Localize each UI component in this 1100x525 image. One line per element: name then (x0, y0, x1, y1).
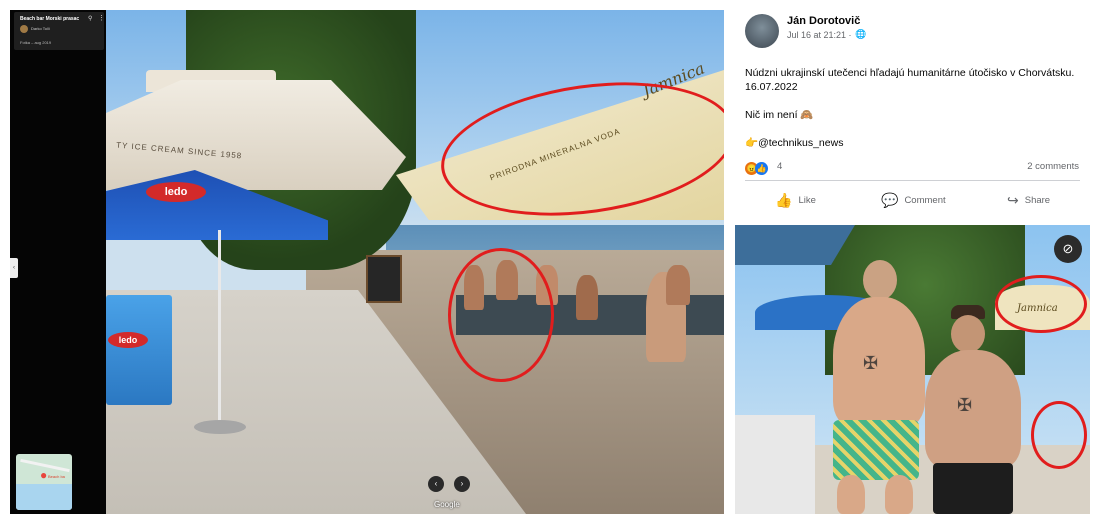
man-leg (885, 475, 913, 514)
man-head (951, 315, 985, 353)
minimap[interactable]: ● Beach ba (16, 454, 72, 510)
chest-tattoo: ✠ (957, 395, 973, 415)
tattooed-man-torso (833, 297, 925, 427)
reaction-count[interactable]: 4 (777, 161, 782, 172)
fridge-logo: ledo (108, 332, 148, 348)
highlight-circle-table (1031, 401, 1087, 469)
place-name[interactable]: Beach bar Morski prasac (20, 16, 82, 22)
collapse-panel-handle[interactable]: ‹ (10, 258, 18, 278)
minimap-water (16, 484, 72, 510)
next-photo-button[interactable]: › (454, 476, 470, 492)
google-watermark: Google (434, 500, 460, 509)
street-view-photo[interactable]: TY ICE CREAM SINCE 1958 ledo ledo PRIROD… (106, 10, 724, 514)
globe-icon: 🌐 (855, 29, 867, 39)
share-icon: ↪ (1007, 192, 1019, 208)
parasol-base (194, 420, 246, 434)
post-text: Núdzni ukrajinskí utečenci hľadajú human… (745, 66, 1080, 164)
ice-cream-fridge (106, 295, 172, 405)
post-timestamp[interactable]: Jul 16 at 21:21 · (787, 30, 852, 40)
man-head (863, 260, 897, 300)
dark-shorts (933, 463, 1013, 514)
chest-tattoo: ✠ (863, 353, 879, 373)
photo-author[interactable]: Darko Tolli (31, 26, 50, 31)
person-seated (666, 265, 690, 305)
street-view-sidebar: Beach bar Morski prasac ⚲ ⋮ Darko Tolli … (10, 10, 106, 514)
parasol-pole (218, 230, 221, 425)
facebook-post: Ján Dorotovič Jul 16 at 21:21 · 🌐 Núdzni… (735, 10, 1090, 514)
street-view-panel[interactable]: Beach bar Morski prasac ⚲ ⋮ Darko Tolli … (10, 10, 724, 514)
post-text-line[interactable]: 👉@technikus_news (745, 136, 1080, 150)
author-avatar[interactable] (745, 14, 779, 48)
comment-label: Comment (904, 195, 946, 207)
post-text-line: Núdzni ukrajinskí utečenci hľadajú human… (745, 67, 1075, 93)
menu-board (366, 255, 402, 303)
more-options-icon[interactable]: ⋮ (98, 14, 105, 22)
comments-count[interactable]: 2 comments (1027, 161, 1079, 172)
minimap-label: Beach ba (48, 474, 65, 479)
comment-button[interactable]: 💬 Comment (881, 192, 946, 209)
hide-eye-icon[interactable]: ⊘ (1054, 235, 1082, 263)
place-info-card[interactable]: Beach bar Morski prasac ⚲ ⋮ Darko Tolli … (14, 12, 105, 50)
divider (745, 180, 1080, 181)
like-reaction-icon: 👍 (755, 162, 768, 176)
bar-counter (735, 415, 815, 514)
share-label: Share (1024, 195, 1051, 207)
floral-shorts (833, 420, 919, 480)
person-seated (576, 275, 598, 320)
map-pin-icon: ● (40, 468, 48, 482)
author-avatar (20, 25, 28, 33)
man-leg (837, 475, 865, 514)
post-text-line: Nič im není 🙈 (745, 109, 814, 121)
like-button[interactable]: 👍 Like (775, 192, 816, 209)
post-photo[interactable]: Jamnica ✠ ✠ ⊘ (735, 225, 1090, 514)
reactions[interactable]: 😠👍 (745, 160, 768, 176)
author-name[interactable]: Ján Dorotovič (787, 15, 860, 27)
highlight-circle-umbrella (995, 275, 1087, 333)
photo-date: Fotka – aug 2019 (20, 40, 52, 45)
comment-icon: 💬 (881, 192, 899, 208)
thumbs-up-icon: 👍 (775, 192, 793, 208)
tattooed-man-torso (925, 350, 1021, 468)
ledo-logo: ledo (146, 182, 206, 202)
share-button[interactable]: ↪ Share (1007, 192, 1050, 209)
pin-icon[interactable]: ⚲ (88, 15, 92, 22)
highlight-circle-table (448, 248, 554, 382)
like-label: Like (798, 195, 816, 207)
prev-photo-button[interactable]: ‹ (428, 476, 444, 492)
